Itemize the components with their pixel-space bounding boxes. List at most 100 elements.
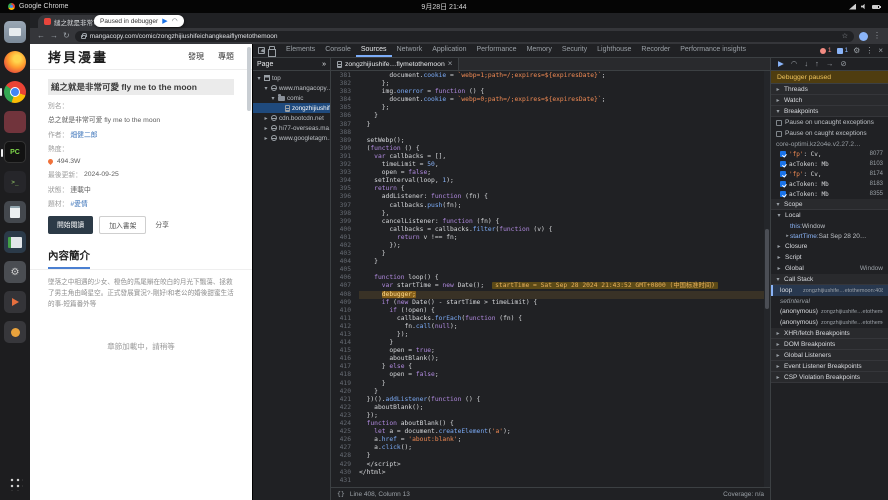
line-number[interactable]: 396 <box>331 193 351 201</box>
devtools-tab-elements[interactable]: Elements <box>281 44 320 57</box>
file-tree-item[interactable]: zongzhijiushif… <box>253 103 330 113</box>
pycharm-icon[interactable]: PC <box>1 141 26 163</box>
line-number[interactable]: 417 <box>331 363 351 371</box>
step-over-button[interactable]: ◠ <box>791 60 798 68</box>
section-scope[interactable]: ▾ Scope <box>771 199 888 210</box>
code-line[interactable]: var startTime = new Date(); startTime = S… <box>359 282 770 290</box>
code-line[interactable]: callbacks = callbacks.filter(function (v… <box>359 226 770 234</box>
code-line[interactable]: }); <box>359 242 770 250</box>
section-xhr-fetch-breakpoints[interactable]: ▸ XHR/fetch Breakpoints <box>771 328 888 339</box>
line-number[interactable]: 405 <box>331 266 351 274</box>
code-line[interactable]: </script> <box>359 461 770 469</box>
deactivate-breakpoints-button[interactable]: ⊘ <box>840 60 846 68</box>
section-call-stack[interactable]: ▾ Call Stack <box>771 274 888 285</box>
show-applications-button[interactable] <box>4 472 26 494</box>
breakpoint-file-group[interactable]: core-optimi.kz2o4e.v2.27.2… <box>771 139 888 149</box>
editor-gutter[interactable]: 381 382 383 384 385 386 387 388 389 390 391 392 393 3… <box>331 71 355 487</box>
code-line[interactable]: if (new Date() - startTime > timeLimit) … <box>359 299 770 307</box>
file-tree-item[interactable]: ▾ top <box>253 73 330 83</box>
code-line[interactable]: })().addListener(function () { <box>359 396 770 404</box>
line-number[interactable]: 397 <box>331 202 351 210</box>
exception-toggle[interactable]: Pause on uncaught exceptions <box>771 117 888 128</box>
devtools-menu-icon[interactable]: ⋮ <box>865 46 873 55</box>
bookmark-star-icon[interactable]: ☆ <box>842 32 848 40</box>
files-icon[interactable] <box>4 21 26 43</box>
scope-group[interactable]: ▸ Closure <box>771 241 888 252</box>
file-tree-item[interactable]: ▾ www.mangacopy… <box>253 83 330 93</box>
line-number[interactable]: 425 <box>331 428 351 436</box>
code-line[interactable]: }; <box>359 104 770 112</box>
line-number[interactable]: 423 <box>331 412 351 420</box>
line-number[interactable]: 420 <box>331 388 351 396</box>
line-number[interactable]: 428 <box>331 452 351 460</box>
devtools-tab-sources[interactable]: Sources <box>355 44 392 57</box>
site-security-icon[interactable] <box>80 33 87 39</box>
line-number[interactable]: 387 <box>331 121 351 129</box>
line-number[interactable]: 431 <box>331 477 351 485</box>
back-button[interactable]: ← <box>37 32 45 40</box>
line-number[interactable]: 415 <box>331 347 351 355</box>
breakpoint-entry[interactable]: acToken: Mb 8183 <box>771 179 888 189</box>
navigator-page-tab[interactable]: Page <box>257 61 273 68</box>
code-line[interactable]: addListener: function (fn) { <box>359 193 770 201</box>
resume-button[interactable]: ▶ <box>778 60 784 68</box>
code-line[interactable]: }); <box>359 412 770 420</box>
read-button[interactable]: 開始閱讀 <box>48 216 94 234</box>
address-bar[interactable]: mangacopy.com/comic/zongzhijiushifeichan… <box>74 30 854 42</box>
active-app-menu[interactable]: Google Chrome <box>8 3 68 10</box>
code-line[interactable]: document.cookie = `webp=0;path=/;expires… <box>359 96 770 104</box>
line-number[interactable]: 391 <box>331 153 351 161</box>
step-over-badge-button[interactable]: ◠ <box>172 17 178 25</box>
code-line[interactable]: setInterval(loop, 1); <box>359 177 770 185</box>
line-number[interactable]: 402 <box>331 242 351 250</box>
line-number[interactable]: 403 <box>331 250 351 258</box>
navigator-overflow-icon[interactable]: » <box>322 61 326 68</box>
checkbox-icon[interactable] <box>780 171 786 177</box>
call-stack-frame[interactable]: (anonymous)zongzhijiushife…etothemoon <box>771 317 888 328</box>
section-event-listener-breakpoints[interactable]: ▸ Event Listener Breakpoints <box>771 361 888 372</box>
code-line[interactable]: var callbacks = [], <box>359 153 770 161</box>
line-number[interactable]: 392 <box>331 161 351 169</box>
line-number[interactable]: 407 <box>331 282 351 290</box>
code-line[interactable]: aboutBlank(); <box>359 404 770 412</box>
editor-file-tab[interactable]: zongzhijiushife…flymetothemoon × <box>331 58 460 70</box>
line-number[interactable]: 430 <box>331 469 351 477</box>
code-line[interactable]: open = false; <box>359 371 770 379</box>
code-line[interactable]: return { <box>359 185 770 193</box>
editor-code[interactable]: document.cookie = `webp=1;path=/;expires… <box>355 71 770 487</box>
checkbox-icon[interactable] <box>780 161 786 167</box>
call-stack-frame[interactable]: (anonymous)zongzhijiushife…etothemoon <box>771 306 888 317</box>
line-number[interactable]: 398 <box>331 210 351 218</box>
line-number[interactable]: 381 <box>331 72 351 80</box>
line-number[interactable]: 421 <box>331 396 351 404</box>
line-number[interactable]: 427 <box>331 444 351 452</box>
code-line[interactable] <box>359 477 770 485</box>
info-value[interactable]: #愛情 <box>70 198 87 208</box>
issues-badge[interactable]: 1 <box>836 47 848 54</box>
line-number[interactable]: 400 <box>331 226 351 234</box>
inspect-element-icon[interactable] <box>258 47 265 54</box>
code-line[interactable]: }; <box>359 80 770 88</box>
site-nav-item[interactable]: 發現 <box>188 51 204 62</box>
forward-button[interactable]: → <box>50 32 58 40</box>
code-line[interactable]: setWebp(); <box>359 137 770 145</box>
code-line[interactable]: fn.call(null); <box>359 323 770 331</box>
system-tray[interactable] <box>849 3 881 10</box>
line-number[interactable]: 408 <box>331 291 351 299</box>
code-line[interactable]: debugger; <box>359 290 770 299</box>
step-button[interactable]: → <box>826 60 834 68</box>
code-line[interactable]: callbacks.push(fn); <box>359 202 770 210</box>
profile-avatar[interactable] <box>859 31 868 41</box>
code-line[interactable]: a.click(); <box>359 444 770 452</box>
code-line[interactable]: } <box>359 380 770 388</box>
firefox-icon[interactable] <box>4 51 26 73</box>
devtools-tab-memory[interactable]: Memory <box>522 44 557 57</box>
code-line[interactable]: } <box>359 250 770 258</box>
resume-script-button[interactable]: ▶ <box>162 17 167 25</box>
code-line[interactable]: aboutBlank(); <box>359 355 770 363</box>
code-line[interactable]: } <box>359 339 770 347</box>
checkbox-icon[interactable] <box>780 151 786 157</box>
code-line[interactable]: (function () { <box>359 145 770 153</box>
code-line[interactable]: } <box>359 452 770 460</box>
reload-button[interactable]: ↻ <box>63 32 70 40</box>
